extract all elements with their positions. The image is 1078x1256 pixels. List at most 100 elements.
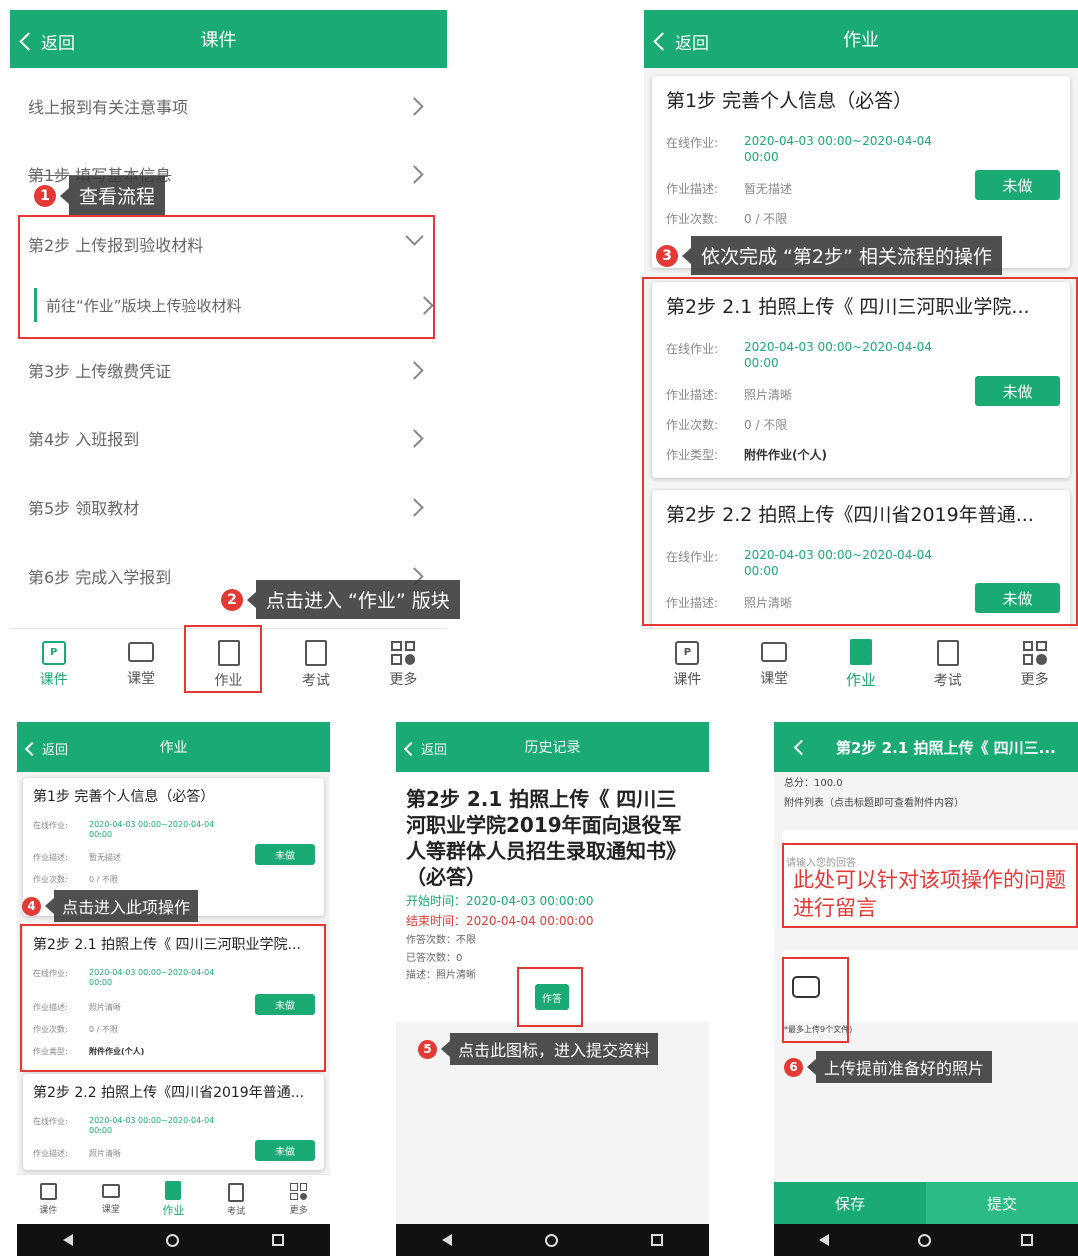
tab-kaoshi[interactable]: 考试	[272, 629, 359, 700]
desc: 作业描述: 暂无描述	[666, 180, 792, 197]
tab-zuoye[interactable]: 作业	[142, 1175, 205, 1224]
tab-label: 课堂	[101, 1205, 120, 1215]
annotation-note: 此处可以针对该项操作的问题进行留言	[793, 868, 1066, 920]
header: 返回 课件	[10, 10, 447, 68]
nav-recent-icon[interactable]	[271, 1234, 284, 1246]
submit-button[interactable]: 提交	[926, 1182, 1078, 1224]
save-button[interactable]: 保存	[774, 1182, 926, 1224]
tab-gengduo[interactable]: 更多	[360, 629, 447, 700]
online-time: 在线作业: 2020-04-03 00:00~2020-04-04 00:00	[33, 820, 214, 839]
nav-recent-icon[interactable]	[1021, 1234, 1034, 1246]
online-time: 在线作业: 2020-04-03 00:00~2020-04-04 00:00	[666, 134, 932, 164]
field-label: 作业次数:	[33, 875, 68, 884]
tab-label: 课件	[39, 1206, 58, 1216]
tab-kejian[interactable]: P 课件	[644, 629, 731, 700]
chevron-right-icon	[405, 360, 424, 380]
more-icon	[290, 1183, 308, 1200]
tab-label: 考试	[301, 672, 330, 689]
page-title: 作业	[159, 740, 188, 756]
page-title: 第2步 2.1 拍照上传《 四川三...	[836, 739, 1056, 757]
chevron-left-icon[interactable]	[793, 739, 810, 756]
list-item-step4[interactable]: 第4步 入班报到	[10, 410, 447, 466]
not-done-button[interactable]: 未做	[255, 1140, 315, 1161]
field-label: 作业描述:	[33, 853, 68, 862]
nav-home-icon[interactable]	[918, 1233, 932, 1247]
field-value: 暂无描述	[744, 182, 793, 196]
count: 作业次数: 0 / 不限	[33, 874, 118, 885]
list-item-label: 第6步 完成入学报到	[28, 568, 172, 587]
field-label: 在线作业:	[666, 136, 719, 150]
description: 描述：照片清晰	[406, 970, 476, 981]
annotation-text: 点击进入 “作业” 版块	[256, 580, 460, 619]
nav-back-icon[interactable]	[63, 1234, 74, 1246]
exam-icon	[936, 639, 959, 666]
page-title: 历史记录	[524, 740, 581, 756]
list-item-label: 线上报到有关注意事项	[28, 98, 189, 117]
exam-icon	[304, 639, 327, 666]
field-label: 在线作业:	[33, 821, 68, 830]
tab-gengduo[interactable]: 更多	[991, 629, 1078, 700]
tab-kaoshi[interactable]: 考试	[904, 629, 991, 700]
list-item-step3[interactable]: 第3步 上传缴费凭证	[10, 342, 447, 398]
tab-label: 更多	[289, 1206, 308, 1216]
tab-ketang[interactable]: 课堂	[80, 1175, 143, 1224]
annotation-2: 2 点击进入 “作业” 版块	[221, 580, 460, 619]
tab-gengduo[interactable]: 更多	[267, 1175, 330, 1224]
annotation-text: 上传提前准备好的照片	[816, 1051, 993, 1083]
chevron-right-icon	[405, 428, 424, 448]
tab-kejian[interactable]: P 课件	[10, 629, 97, 700]
tab-label: 课件	[39, 671, 68, 688]
highlight-step2-cards	[642, 277, 1078, 626]
list-item-notice[interactable]: 线上报到有关注意事项	[10, 78, 447, 134]
annotation-text: 查看流程	[69, 176, 166, 215]
classroom-icon	[101, 1184, 120, 1198]
card-title: 第1步 完善个人信息（必答）	[666, 90, 913, 112]
not-done-button[interactable]: 未做	[975, 170, 1060, 200]
field-value: 00:00	[89, 830, 113, 839]
tab-zuoye[interactable]: 作业	[818, 629, 905, 700]
tab-bar: P 课件 课堂 作业 考试 更多	[644, 628, 1078, 700]
tab-label: 考试	[933, 672, 962, 689]
field-value: 暂无描述	[89, 853, 121, 862]
tab-label: 课堂	[760, 670, 789, 687]
system-nav-bar	[17, 1224, 330, 1256]
not-done-button[interactable]: 未做	[255, 844, 315, 865]
list-item-label: 第4步 入班报到	[28, 430, 140, 449]
nav-back-icon[interactable]	[818, 1234, 829, 1246]
tab-kaoshi[interactable]: 考试	[205, 1175, 268, 1224]
answer-count: 作答次数：不限	[406, 935, 476, 946]
nav-back-icon[interactable]	[442, 1234, 453, 1246]
field-label: 作业描述:	[33, 1149, 68, 1158]
courseware-icon: P	[675, 640, 700, 665]
count: 作业次数: 0 / 不限	[666, 210, 787, 227]
tab-ketang[interactable]: 课堂	[731, 629, 818, 700]
tab-ketang[interactable]: 课堂	[97, 629, 184, 700]
field-label: 在线作业:	[33, 1117, 68, 1126]
annotation-text: 点击进入此项操作	[54, 890, 199, 922]
annotation-text: 点击此图标，进入提交资料	[450, 1033, 659, 1065]
courseware-icon	[39, 1183, 57, 1200]
annotation-5: 5 点击此图标，进入提交资料	[418, 1033, 659, 1065]
tab-label: 作业	[845, 671, 876, 689]
more-icon	[391, 640, 416, 665]
desc: 作业描述: 暂无描述	[33, 852, 121, 863]
nav-home-icon[interactable]	[544, 1233, 558, 1247]
tab-kejian[interactable]: 课件	[17, 1175, 80, 1224]
chevron-right-icon	[405, 96, 424, 116]
tab-label: 更多	[389, 671, 418, 688]
field-value: 照片清晰	[89, 1149, 121, 1158]
homework-icon	[849, 639, 872, 665]
list-item-step5[interactable]: 第5步 领取教材	[10, 479, 447, 535]
field-label: 作业次数:	[666, 212, 719, 226]
tab-label: 课件	[673, 671, 702, 688]
annotation-6: 6 上传提前准备好的照片	[784, 1051, 993, 1083]
field-value: 2020-04-03 00:00~2020-04-04	[89, 1116, 215, 1125]
nav-recent-icon[interactable]	[650, 1234, 663, 1246]
homework-card-3[interactable]: 第2步 2.2 拍照上传《四川省2019年普通... 在线作业: 2020-04-…	[23, 1074, 324, 1170]
field-value: 2020-04-03 00:00~2020-04-04	[89, 820, 215, 829]
bottom-actions: 保存 提交	[774, 1182, 1078, 1224]
field-value: 0 / 不限	[89, 875, 118, 884]
field-value: 00:00	[744, 150, 779, 164]
nav-home-icon[interactable]	[165, 1233, 179, 1247]
annotation-1: 1 查看流程	[34, 176, 166, 215]
